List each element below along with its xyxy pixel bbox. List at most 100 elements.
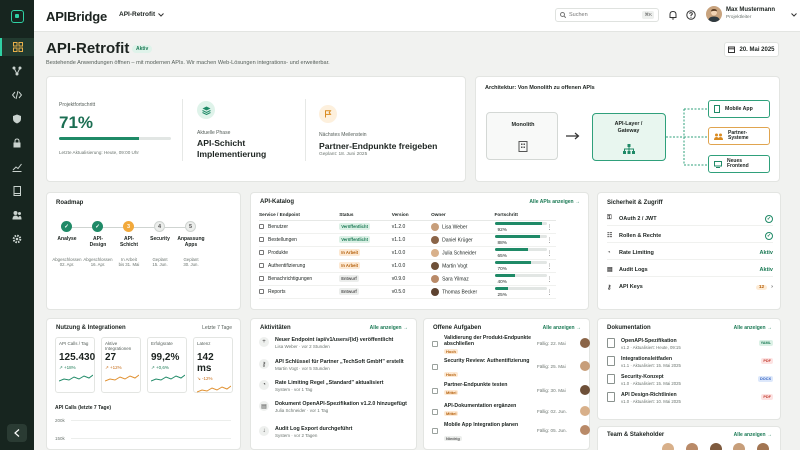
column-header: Fortschritt bbox=[494, 211, 547, 221]
project-selector[interactable]: API-Retrofit bbox=[119, 11, 164, 18]
security-row[interactable]: ◔ Rate Limiting Aktiv bbox=[607, 246, 773, 260]
sidebar-item-dashboard[interactable] bbox=[0, 38, 34, 56]
task-item[interactable]: Validierung der Produkt-Endpunkte abschl… bbox=[432, 335, 596, 356]
security-row[interactable]: ☷ Rollen & Rechte ✓ bbox=[607, 229, 773, 243]
progress-bar bbox=[494, 222, 547, 226]
task-item[interactable]: Security Review: Authentifizierung Hoch Fä… bbox=[432, 358, 596, 379]
document-item[interactable]: OpenAPI-Spezifikation v1.2 · Aktualisiert… bbox=[607, 338, 775, 356]
collapse-sidebar-button[interactable] bbox=[7, 424, 27, 442]
version-cell: v1.0.0 bbox=[391, 246, 432, 260]
task-item[interactable]: API-Dokumentation ergänzen Mittel Fällig: … bbox=[432, 403, 596, 424]
tasks-title: Offene Aufgaben bbox=[433, 325, 482, 331]
security-row[interactable]: ⚿ OAuth 2 / JWT ✓ bbox=[607, 212, 773, 226]
progress-bar bbox=[494, 287, 547, 291]
more-vertical-icon[interactable]: ⋮ bbox=[547, 277, 553, 283]
more-vertical-icon[interactable]: ⋮ bbox=[547, 238, 553, 244]
more-vertical-icon[interactable]: ⋮ bbox=[547, 264, 553, 270]
table-row[interactable]: Benutzer Veröffentlicht v1.2.0 Lisa Weber 92… bbox=[259, 220, 556, 234]
team-view-all-link[interactable]: Alle anzeigen → bbox=[734, 432, 772, 438]
progress-cell: 40% bbox=[494, 272, 547, 286]
document-item[interactable]: Integrationsleitfaden v1.1 · Aktualisiert… bbox=[607, 356, 775, 374]
table-row[interactable]: Authentifizierung In Arbeit v1.0.0 Martin V… bbox=[259, 259, 556, 273]
priority-badge: Hoch bbox=[444, 372, 458, 377]
chevron-down-icon[interactable] bbox=[791, 13, 797, 17]
tasks-view-all-link[interactable]: Alle anzeigen → bbox=[543, 325, 581, 331]
sidebar-item-access[interactable] bbox=[0, 134, 34, 152]
activity-item[interactable]: ▤ Dokument OpenAPI-Spezifikation v1.2.0 h… bbox=[259, 401, 417, 413]
divider bbox=[305, 99, 306, 161]
roadmap-step-marker[interactable]: ✓ bbox=[92, 221, 103, 232]
roadmap-step-marker[interactable]: ✓ bbox=[61, 221, 72, 232]
api-catalog-card: API-Katalog Alle APIs anzeigen → Service… bbox=[250, 192, 589, 310]
docs-view-all-link[interactable]: Alle anzeigen → bbox=[734, 325, 772, 331]
bell-icon[interactable] bbox=[668, 10, 678, 20]
document-item[interactable]: Security-Konzept v1.0 · Aktualisiert: 15.… bbox=[607, 374, 775, 392]
kpi-tile[interactable]: Erfolgsrate 99,2% ↗ +0,6% bbox=[147, 337, 187, 393]
document-item[interactable]: API Design-Richtlinien v1.0 · Aktualisier… bbox=[607, 392, 775, 410]
sidebar-item-security[interactable] bbox=[0, 110, 34, 128]
hierarchy-icon bbox=[623, 144, 635, 154]
kpi-tile[interactable]: API Calls / Tag 125.430 ↗ +18% bbox=[55, 337, 95, 393]
search-box[interactable]: ⌘K bbox=[555, 8, 659, 22]
more-vertical-icon[interactable]: ⋮ bbox=[547, 225, 553, 231]
divider bbox=[182, 99, 183, 161]
security-row[interactable]: ⚷ API Keys 12 › bbox=[607, 280, 773, 294]
y-tick-label: 200k bbox=[55, 418, 65, 423]
task-checkbox[interactable] bbox=[432, 428, 438, 434]
download-icon: ↓ bbox=[259, 426, 269, 436]
progress-fill bbox=[494, 287, 508, 291]
more-vertical-icon[interactable]: ⋮ bbox=[547, 290, 553, 296]
user-avatar[interactable] bbox=[706, 6, 722, 22]
task-checkbox[interactable] bbox=[432, 388, 438, 394]
progress-bar bbox=[494, 235, 547, 239]
row-menu-cell[interactable]: ⋮ bbox=[546, 272, 556, 286]
task-checkbox[interactable] bbox=[432, 364, 438, 370]
sidebar-item-docs[interactable] bbox=[0, 182, 34, 200]
task-checkbox[interactable] bbox=[432, 409, 438, 415]
activities-view-all-link[interactable]: Alle anzeigen → bbox=[370, 325, 408, 331]
avatar[interactable] bbox=[757, 443, 769, 450]
kpi-tile[interactable]: Aktive Integrationen 27 ↗ +12% bbox=[101, 337, 141, 393]
security-row[interactable]: ▤ Audit Logs Aktiv bbox=[607, 263, 773, 277]
activity-item[interactable]: ◔ Rate Limiting Regel „Standard" aktualis… bbox=[259, 380, 417, 392]
target-partner-systems: Partner- Systeme bbox=[708, 127, 770, 145]
task-item[interactable]: Mobile App Integration planen Niedrig Fäll… bbox=[432, 422, 596, 443]
more-vertical-icon[interactable]: ⋮ bbox=[547, 251, 553, 257]
task-item[interactable]: Partner-Endpunkte testen Mittel Fällig: 30… bbox=[432, 382, 596, 403]
documentation-card: Dokumentation Alle anzeigen → OpenAPI-Sp… bbox=[597, 318, 781, 420]
row-menu-cell[interactable]: ⋮ bbox=[546, 233, 556, 247]
sidebar-item-code[interactable] bbox=[0, 86, 34, 104]
catalog-view-all-link[interactable]: Alle APIs anzeigen → bbox=[529, 199, 580, 205]
table-row[interactable]: Bestellungen Veröffentlicht v1.1.0 Daniel K… bbox=[259, 233, 556, 247]
security-label: OAuth 2 / JWT bbox=[619, 215, 657, 222]
avatar[interactable] bbox=[685, 443, 698, 450]
task-checkbox[interactable] bbox=[432, 341, 438, 347]
sidebar-item-team[interactable] bbox=[0, 206, 34, 224]
avatar[interactable] bbox=[662, 443, 674, 450]
row-menu-cell[interactable]: ⋮ bbox=[546, 246, 556, 260]
help-icon[interactable] bbox=[686, 10, 696, 20]
activity-item[interactable]: ↓ Audit Log Export durchgeführt System · v… bbox=[259, 426, 417, 438]
activity-item[interactable]: ⚷ API Schlüssel für Partner „TechSoft Gmb… bbox=[259, 359, 417, 371]
sidebar-item-architecture[interactable] bbox=[0, 62, 34, 80]
roadmap-step-marker[interactable]: 3 bbox=[123, 221, 134, 232]
row-menu-cell[interactable]: ⋮ bbox=[546, 285, 556, 299]
row-menu-cell[interactable]: ⋮ bbox=[546, 259, 556, 273]
row-menu-cell[interactable]: ⋮ bbox=[546, 220, 556, 234]
roadmap-step-marker[interactable]: 4 bbox=[154, 221, 165, 232]
team-avatars bbox=[662, 443, 772, 450]
table-row[interactable]: Reports Entwurf v0.5.0 Thomas Becker 25% ⋮ bbox=[259, 285, 556, 299]
table-row[interactable]: Produkte In Arbeit v1.0.0 Julia Schneider 65… bbox=[259, 246, 556, 260]
activity-item[interactable]: + Neuer Endpoint /api/v1/users/{id} veröf… bbox=[259, 337, 417, 349]
avatar[interactable] bbox=[709, 443, 722, 450]
roadmap-step-marker[interactable]: 5 bbox=[185, 221, 196, 232]
avatar[interactable] bbox=[733, 443, 746, 450]
date-picker-button[interactable]: 20. Mai 2025 bbox=[724, 42, 779, 57]
table-row[interactable]: Benachrichtigungen Entwurf v0.9.0 Sara Yilm… bbox=[259, 272, 556, 286]
avatar bbox=[431, 236, 440, 244]
sidebar-item-analytics[interactable] bbox=[0, 158, 34, 176]
sidebar-item-settings[interactable] bbox=[0, 230, 34, 248]
kpi-tile[interactable]: Latenz 142 ms ↘ -12% bbox=[193, 337, 233, 393]
column-header: Service / Endpoint bbox=[259, 211, 340, 221]
search-input[interactable] bbox=[569, 12, 639, 18]
